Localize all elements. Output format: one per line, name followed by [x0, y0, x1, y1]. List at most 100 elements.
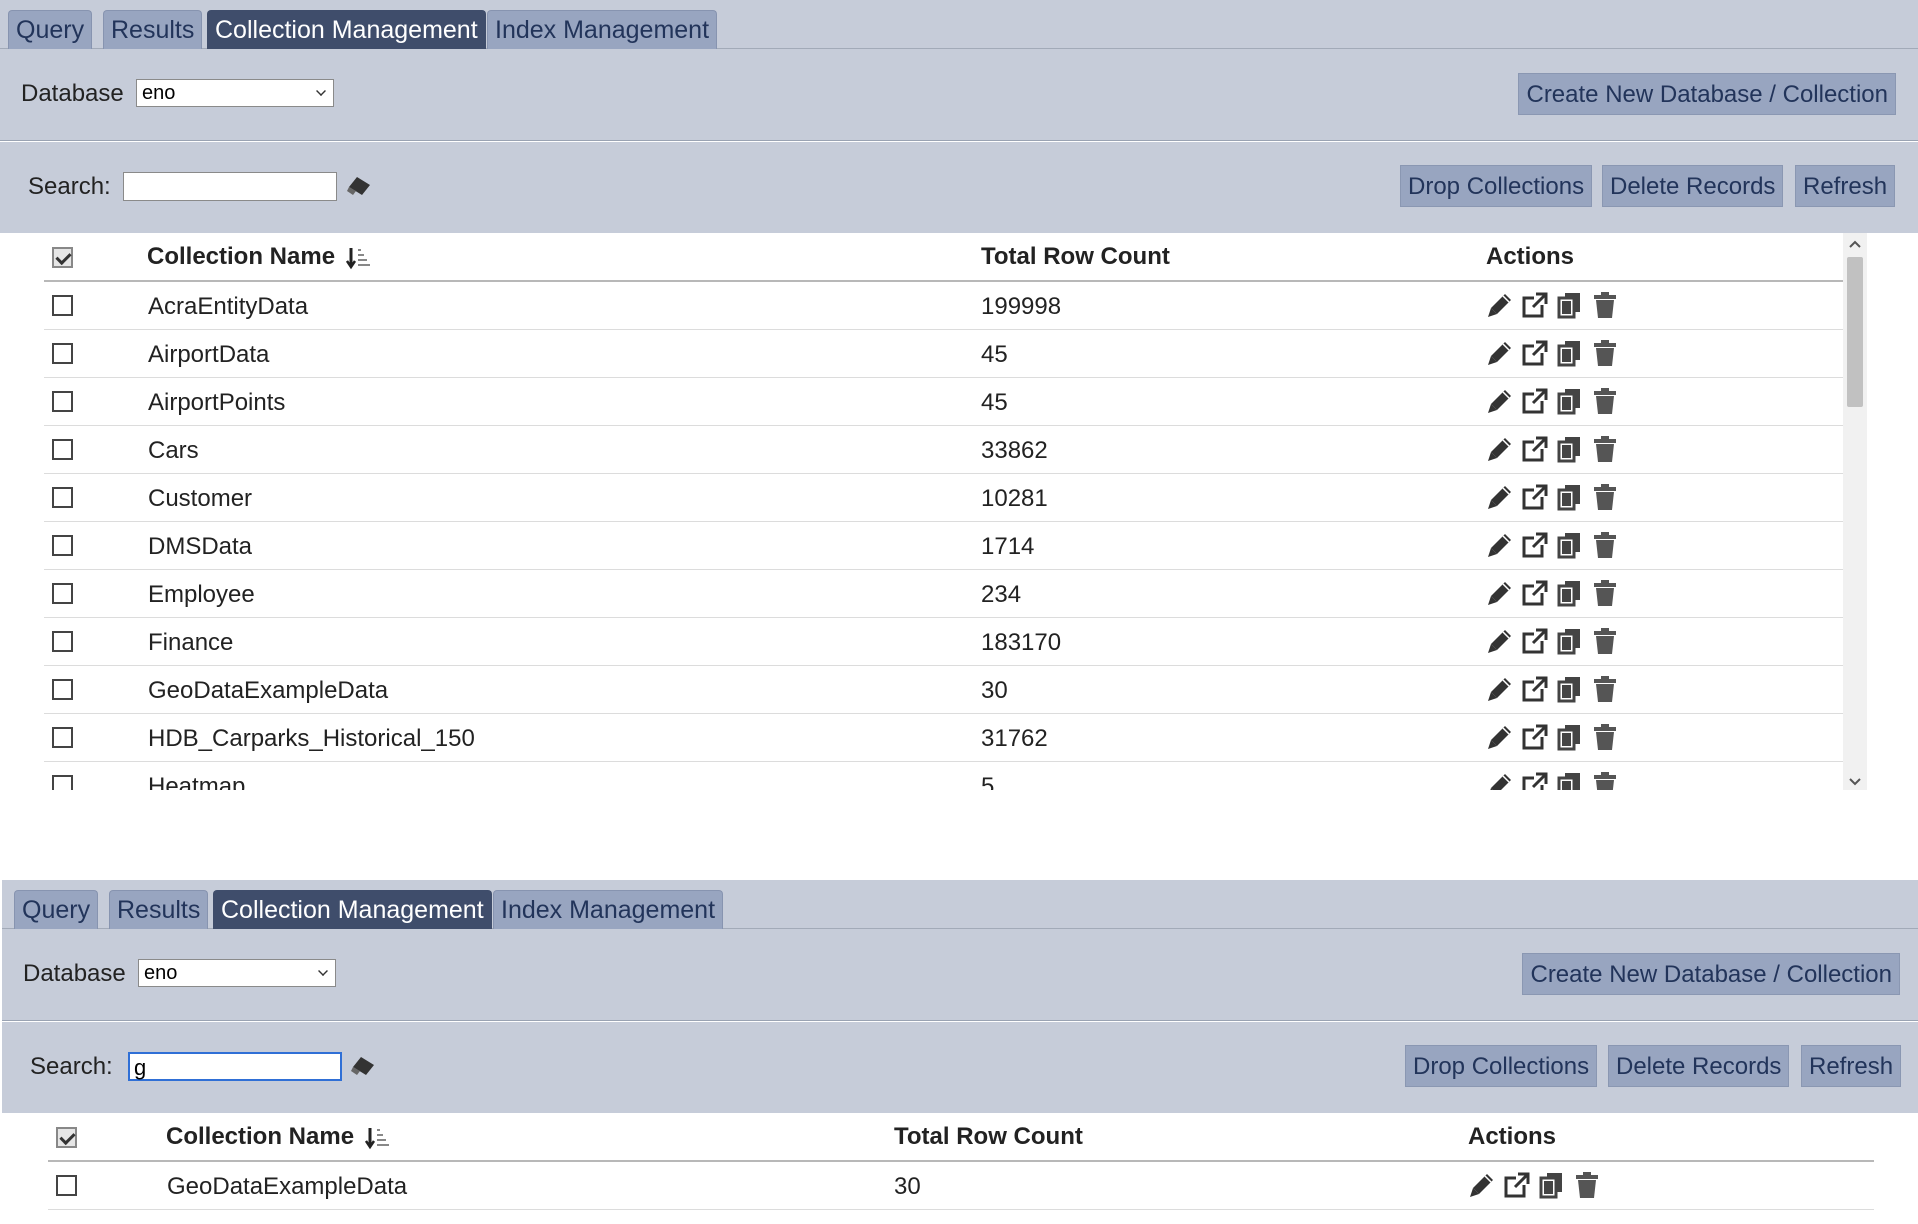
external-link-icon[interactable] [1521, 483, 1549, 511]
external-link-icon[interactable] [1521, 675, 1549, 703]
copy-icon[interactable] [1556, 675, 1584, 703]
eraser-icon[interactable] [351, 1056, 377, 1076]
copy-icon[interactable] [1556, 435, 1584, 463]
pencil-icon[interactable] [1486, 435, 1514, 463]
external-link-icon[interactable] [1521, 627, 1549, 655]
refresh-button[interactable]: Refresh [1795, 165, 1896, 207]
pencil-icon[interactable] [1486, 531, 1514, 559]
search-input[interactable]: g [128, 1052, 342, 1081]
copy-icon[interactable] [1538, 1171, 1566, 1199]
tab-collection-management[interactable]: Collection Management [213, 890, 492, 929]
row-checkbox[interactable] [52, 583, 73, 604]
tab-index-management[interactable]: Index Management [493, 890, 724, 929]
column-header-total-row-count: Total Row Count [894, 1123, 1083, 1150]
external-link-icon[interactable] [1521, 771, 1549, 790]
row-checkbox[interactable] [52, 535, 73, 556]
total-row-count: 45 [981, 341, 1008, 368]
total-row-count: 45 [981, 389, 1008, 416]
trash-icon[interactable] [1591, 531, 1619, 559]
table-row: Finance 183170 [44, 618, 1843, 666]
search-input[interactable] [123, 172, 337, 201]
external-link-icon[interactable] [1521, 723, 1549, 751]
tab-bar: Query Results Collection Management Inde… [2, 880, 1918, 929]
row-checkbox[interactable] [52, 775, 73, 790]
external-link-icon[interactable] [1521, 531, 1549, 559]
copy-icon[interactable] [1556, 291, 1584, 319]
select-all-checkbox[interactable] [56, 1127, 77, 1148]
tab-collection-management[interactable]: Collection Management [207, 10, 486, 49]
external-link-icon[interactable] [1521, 291, 1549, 319]
database-select[interactable]: eno [138, 959, 336, 987]
sort-desc-icon[interactable] [364, 1126, 391, 1150]
pencil-icon[interactable] [1486, 387, 1514, 415]
external-link-icon[interactable] [1503, 1171, 1531, 1199]
sort-desc-icon[interactable] [345, 246, 372, 270]
row-checkbox[interactable] [52, 679, 73, 700]
column-header-collection-name[interactable]: Collection Name [166, 1123, 391, 1151]
pencil-icon[interactable] [1486, 579, 1514, 607]
tab-results[interactable]: Results [109, 890, 209, 929]
tab-query[interactable]: Query [14, 890, 99, 929]
drop-collections-button[interactable]: Drop Collections [1400, 165, 1593, 207]
copy-icon[interactable] [1556, 483, 1584, 511]
pencil-icon[interactable] [1486, 339, 1514, 367]
external-link-icon[interactable] [1521, 579, 1549, 607]
trash-icon[interactable] [1591, 675, 1619, 703]
database-select-value: eno [142, 82, 176, 104]
create-new-database-collection-button[interactable]: Create New Database / Collection [1518, 73, 1896, 115]
external-link-icon[interactable] [1521, 339, 1549, 367]
trash-icon[interactable] [1591, 771, 1619, 790]
trash-icon[interactable] [1591, 627, 1619, 655]
pencil-icon[interactable] [1486, 291, 1514, 319]
external-link-icon[interactable] [1521, 387, 1549, 415]
select-all-checkbox[interactable] [52, 247, 73, 268]
pencil-icon[interactable] [1486, 675, 1514, 703]
copy-icon[interactable] [1556, 723, 1584, 751]
create-new-database-collection-button[interactable]: Create New Database / Collection [1522, 953, 1900, 995]
tab-results[interactable]: Results [103, 10, 203, 49]
scroll-down-icon[interactable] [1843, 773, 1867, 790]
scrollbar-thumb[interactable] [1847, 257, 1863, 407]
trash-icon[interactable] [1591, 339, 1619, 367]
pencil-icon[interactable] [1468, 1171, 1496, 1199]
pencil-icon[interactable] [1486, 627, 1514, 655]
eraser-icon[interactable] [347, 176, 373, 196]
copy-icon[interactable] [1556, 387, 1584, 415]
row-checkbox[interactable] [52, 295, 73, 316]
copy-icon[interactable] [1556, 579, 1584, 607]
row-checkbox[interactable] [56, 1175, 77, 1196]
database-select[interactable]: eno [136, 79, 334, 107]
row-checkbox[interactable] [52, 727, 73, 748]
refresh-button[interactable]: Refresh [1801, 1045, 1902, 1087]
trash-icon[interactable] [1591, 435, 1619, 463]
trash-icon[interactable] [1591, 483, 1619, 511]
collection-name: HDB_Carparks_Historical_150 [148, 725, 475, 752]
row-checkbox[interactable] [52, 631, 73, 652]
pencil-icon[interactable] [1486, 771, 1514, 790]
delete-records-button[interactable]: Delete Records [1608, 1045, 1790, 1087]
trash-icon[interactable] [1591, 387, 1619, 415]
row-checkbox[interactable] [52, 439, 73, 460]
external-link-icon[interactable] [1521, 435, 1549, 463]
row-checkbox[interactable] [52, 391, 73, 412]
trash-icon[interactable] [1591, 579, 1619, 607]
row-checkbox[interactable] [52, 487, 73, 508]
vertical-scrollbar[interactable] [1843, 233, 1867, 790]
pencil-icon[interactable] [1486, 723, 1514, 751]
copy-icon[interactable] [1556, 771, 1584, 790]
trash-icon[interactable] [1573, 1171, 1601, 1199]
copy-icon[interactable] [1556, 339, 1584, 367]
table-row: Customer 10281 [44, 474, 1843, 522]
pencil-icon[interactable] [1486, 483, 1514, 511]
trash-icon[interactable] [1591, 291, 1619, 319]
trash-icon[interactable] [1591, 723, 1619, 751]
tab-query[interactable]: Query [8, 10, 93, 49]
column-header-collection-name[interactable]: Collection Name [147, 243, 372, 271]
delete-records-button[interactable]: Delete Records [1602, 165, 1784, 207]
row-checkbox[interactable] [52, 343, 73, 364]
drop-collections-button[interactable]: Drop Collections [1405, 1045, 1598, 1087]
scroll-up-icon[interactable] [1843, 235, 1867, 253]
tab-index-management[interactable]: Index Management [487, 10, 718, 49]
copy-icon[interactable] [1556, 627, 1584, 655]
copy-icon[interactable] [1556, 531, 1584, 559]
